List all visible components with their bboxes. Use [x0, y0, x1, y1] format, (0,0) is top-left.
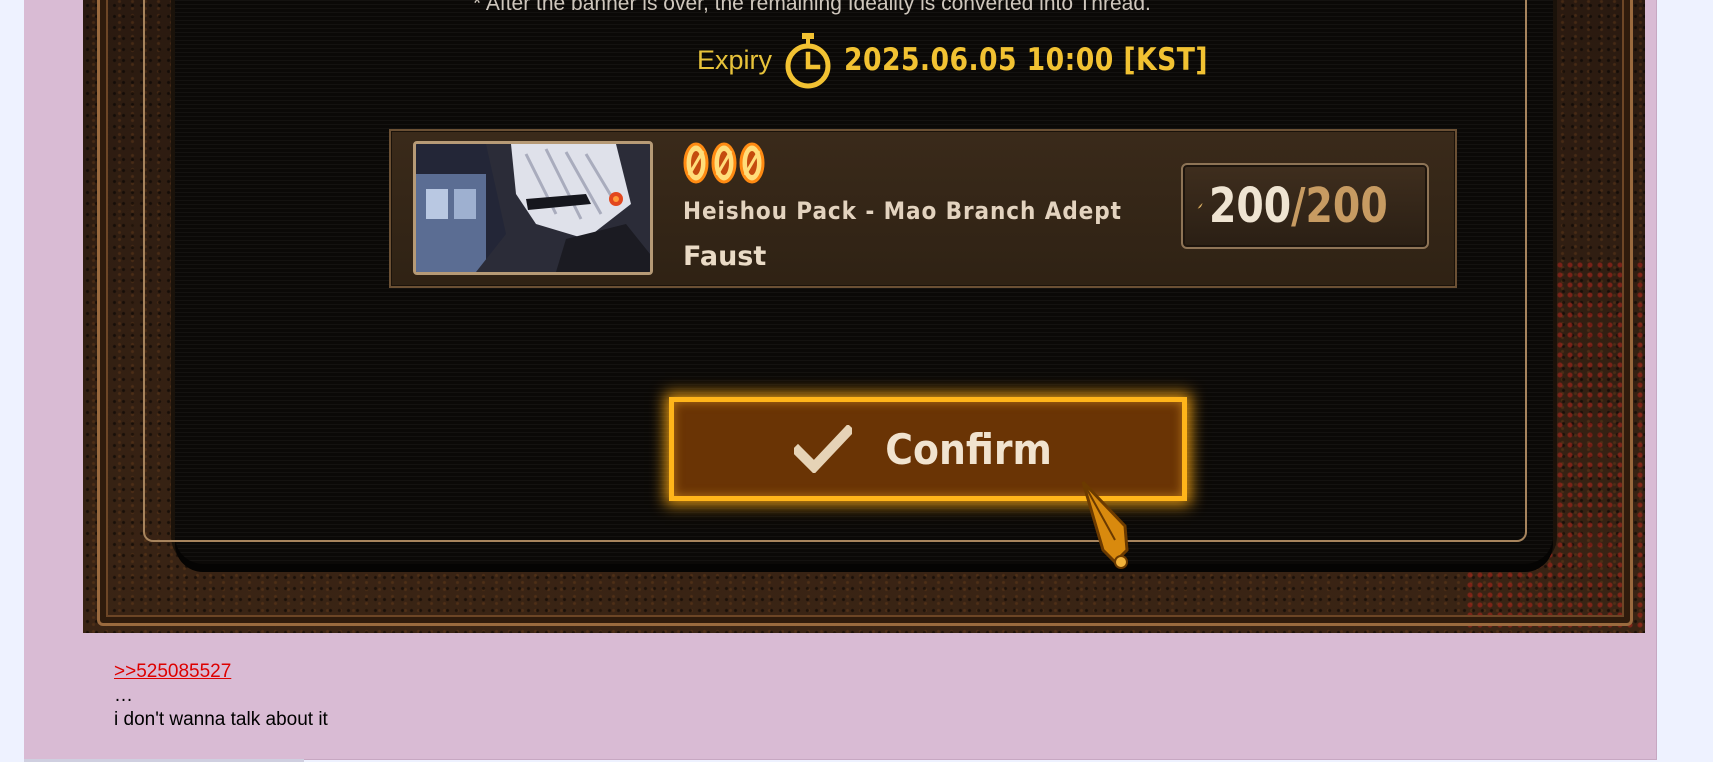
rarity-indicator	[683, 141, 765, 185]
confirm-label: Confirm	[885, 424, 1053, 474]
thread-current: 200	[1209, 178, 1292, 234]
reply-post: * After the banner is over, the remainin…	[24, 0, 1657, 760]
checkmark-icon	[794, 425, 853, 473]
stopwatch-icon	[785, 33, 831, 89]
character-name: Faust	[683, 241, 767, 272]
expiry-label: Expiry	[697, 44, 773, 75]
pack-title: Heishou Pack - Mao Branch Adept	[683, 197, 1122, 225]
conversion-notice: * After the banner is over, the remainin…	[473, 0, 1151, 15]
expiry-date: 2025.06.05 10:00 [KST]	[844, 42, 1208, 78]
quote-link[interactable]: >>525085527	[114, 660, 328, 684]
pen-cursor-icon	[1081, 480, 1129, 569]
feather-icon	[1197, 202, 1203, 209]
thread-counter: 200/200	[1181, 163, 1429, 249]
rarity-zero-icon	[739, 142, 765, 184]
reward-card: Heishou Pack - Mao Branch Adept Faust 20…	[389, 129, 1457, 288]
character-portrait	[413, 141, 653, 275]
expiry-row: Expiry 2025.06.05 10:00 [KST]	[697, 30, 1267, 90]
reply-body: >>525085527 … i don't wanna talk about i…	[114, 660, 328, 732]
reply-text: i don't wanna talk about it	[114, 709, 328, 730]
rarity-zero-icon	[683, 142, 709, 184]
reply-ellipsis: …	[114, 685, 133, 706]
thread-max: 200	[1305, 178, 1388, 234]
rarity-zero-icon	[711, 142, 737, 184]
embedded-screenshot[interactable]: * After the banner is over, the remainin…	[83, 0, 1645, 633]
thread-separator: /	[1291, 178, 1306, 234]
